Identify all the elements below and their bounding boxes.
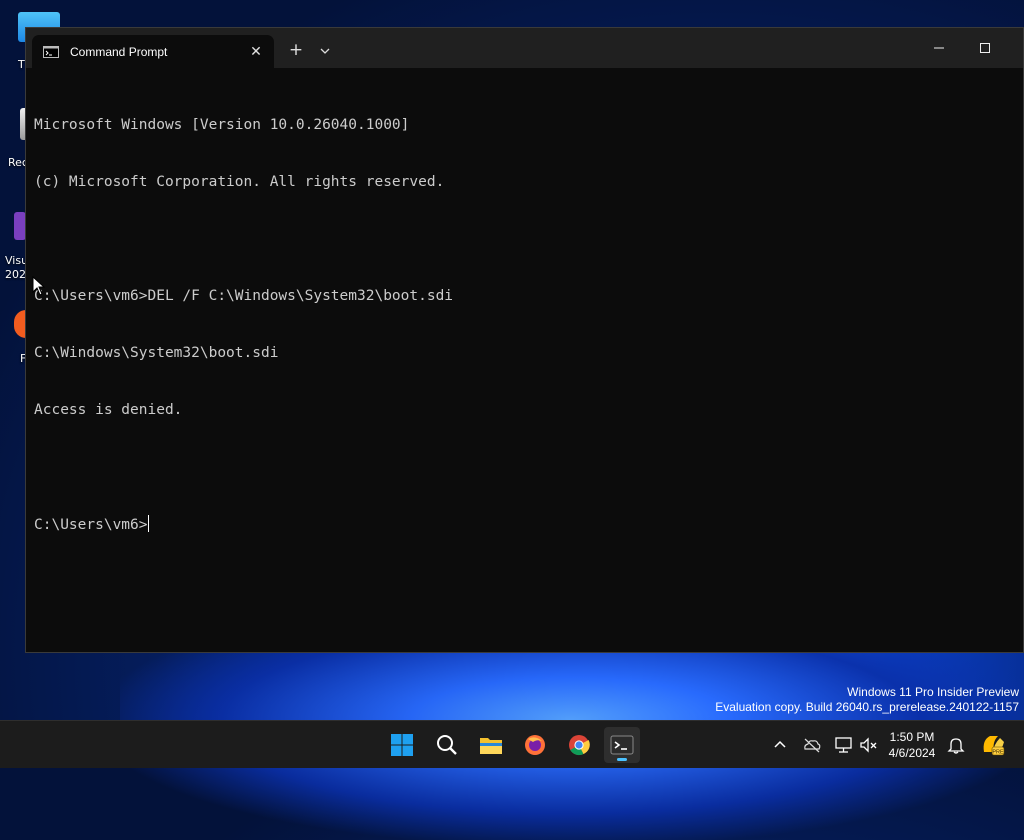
- close-tab-icon[interactable]: ✕: [246, 42, 266, 62]
- desktop-icon-label: T: [18, 58, 25, 71]
- firefox-icon: [525, 735, 545, 755]
- console-line: Microsoft Windows [Version 10.0.26040.10…: [34, 117, 410, 133]
- tab-title: Command Prompt: [70, 45, 168, 59]
- clock-time: 1:50 PM: [889, 730, 935, 744]
- watermark-line2: Evaluation copy. Build 26040.rs_prerelea…: [715, 700, 1019, 714]
- command-prompt-window[interactable]: Command Prompt ✕ + Microsoft Windows [Ve…: [25, 27, 1024, 653]
- console-prompt: C:\Users\vm6>: [34, 517, 148, 533]
- maximize-button[interactable]: [970, 34, 1000, 62]
- console-prompt-line[interactable]: C:\Users\vm6>: [34, 515, 1015, 534]
- file-explorer-button[interactable]: [473, 727, 509, 763]
- mouse-pointer-icon: [32, 276, 46, 296]
- title-bar[interactable]: Command Prompt ✕ +: [26, 28, 1023, 68]
- file-explorer-icon: [480, 738, 502, 754]
- system-clock[interactable]: 1:50 PM 4/6/2024: [882, 729, 942, 761]
- chrome-button[interactable]: [561, 727, 597, 763]
- tab-command-prompt[interactable]: Command Prompt ✕: [32, 35, 274, 68]
- minimize-button[interactable]: [924, 34, 954, 62]
- terminal-icon: [610, 735, 634, 755]
- active-app-indicator: [617, 758, 627, 761]
- chevron-up-icon[interactable]: [770, 735, 790, 755]
- cmd-icon: [43, 46, 59, 58]
- console-line: (c) Microsoft Corporation. All rights re…: [34, 174, 445, 190]
- start-icon: [391, 734, 413, 756]
- console-line: C:\Windows\System32\boot.sdi: [34, 345, 279, 361]
- console-line: C:\Users\vm6>DEL /F C:\Windows\System32\…: [34, 288, 454, 304]
- evaluation-watermark: Windows 11 Pro Insider Preview Evaluatio…: [715, 685, 1019, 715]
- watermark-line1: Windows 11 Pro Insider Preview: [847, 685, 1019, 699]
- onedrive-icon[interactable]: [802, 735, 822, 755]
- text-cursor: [147, 515, 149, 532]
- new-tab-button[interactable]: +: [286, 40, 306, 60]
- clock-date: 4/6/2024: [888, 746, 936, 760]
- copilot-icon[interactable]: PRE: [980, 732, 1006, 758]
- network-icon[interactable]: [834, 735, 854, 755]
- chrome-icon: [569, 735, 590, 756]
- console-output[interactable]: Microsoft Windows [Version 10.0.26040.10…: [34, 78, 1015, 644]
- svg-text:PRE: PRE: [992, 750, 1004, 756]
- volume-muted-icon[interactable]: [859, 735, 879, 755]
- search-icon: [437, 735, 457, 755]
- taskbar: 1:50 PM 4/6/2024 PRE: [0, 720, 1024, 768]
- console-line: Access is denied.: [34, 402, 183, 418]
- chevron-down-icon[interactable]: [316, 42, 334, 60]
- start-button[interactable]: [384, 727, 420, 763]
- firefox-button[interactable]: [517, 727, 553, 763]
- search-button[interactable]: [429, 727, 465, 763]
- notification-bell-icon[interactable]: [946, 735, 966, 755]
- terminal-button[interactable]: [604, 727, 640, 763]
